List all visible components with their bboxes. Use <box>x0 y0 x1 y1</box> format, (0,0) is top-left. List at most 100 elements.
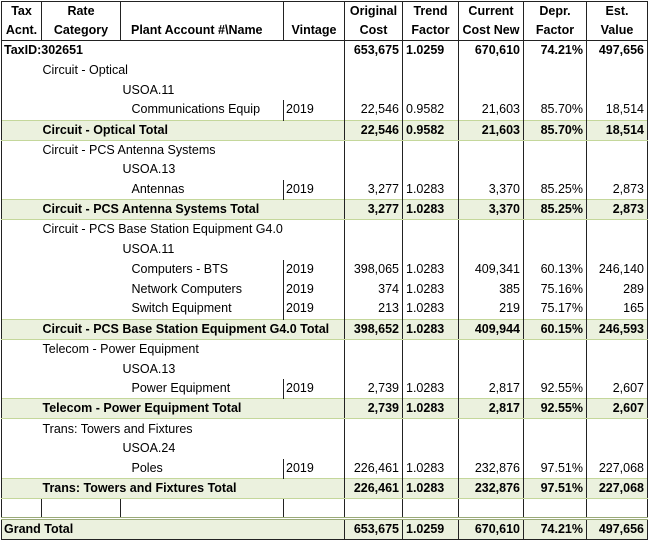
empty-cell <box>1 100 42 121</box>
vintage-value: 2019 <box>283 179 345 200</box>
cell-original-cost: 226,461 <box>344 478 403 500</box>
empty-cell <box>402 359 459 379</box>
category-row: Circuit - Optical <box>1 60 648 81</box>
empty-cell <box>1 219 42 240</box>
spacer-row <box>1 498 648 519</box>
report-sheet: Tax Acnt. Rate Category Plant Account #\Na… <box>0 0 649 540</box>
cell-est-value: 227,068 <box>586 478 648 500</box>
cell-est-value: 246,593 <box>586 318 648 340</box>
empty-cell <box>1 179 42 200</box>
header-rate-category: Rate Category <box>41 1 121 41</box>
taxid-current-cost-new: 670,610 <box>458 40 524 61</box>
cell-current-cost-new: 232,876 <box>458 478 524 500</box>
usoa-label: USOA.11 <box>41 239 345 260</box>
cell-est-value: 18,514 <box>586 100 648 121</box>
cell-original-cost: 374 <box>344 279 403 300</box>
cell-est-value: 289 <box>586 279 648 300</box>
cell-trend-factor: 0.9582 <box>402 119 459 141</box>
cell-trend-factor: 1.0259 <box>402 516 459 540</box>
empty-cell <box>523 80 587 101</box>
cell-trend-factor: 1.0283 <box>402 179 459 200</box>
cell-depr-factor: 85.25% <box>523 179 587 200</box>
empty-cell <box>344 339 403 360</box>
cell-est-value: 497,656 <box>586 516 648 540</box>
category-row: Circuit - PCS Antenna Systems <box>1 140 648 160</box>
empty-cell <box>1 478 42 500</box>
cell-trend-factor: 1.0283 <box>402 318 459 340</box>
grand-total-row: Grand Total 653,675 1.0259 670,610 74.21% 497… <box>1 516 648 540</box>
category-total-row: Circuit - PCS Antenna Systems Total 3,277… <box>1 199 648 221</box>
rate-category-label: Circuit - Optical <box>41 60 345 81</box>
usoa-row: USOA.11 <box>1 239 648 260</box>
category-total-label: Circuit - PCS Base Station Equipment G4.… <box>41 318 345 340</box>
empty-cell <box>344 438 403 459</box>
header-est-value: Est. Value <box>586 1 648 41</box>
usoa-label: USOA.13 <box>41 159 345 180</box>
empty-cell <box>586 219 648 240</box>
empty-cell <box>586 418 648 439</box>
empty-cell <box>402 339 459 360</box>
vintage-value: 2019 <box>283 279 345 300</box>
empty-cell <box>1 378 42 399</box>
cell-original-cost: 2,739 <box>344 398 403 420</box>
empty-cell <box>283 498 345 519</box>
empty-cell <box>1 259 42 280</box>
cell-est-value: 2,873 <box>586 179 648 200</box>
empty-cell <box>523 418 587 439</box>
empty-cell <box>458 418 524 439</box>
category-total-label: Circuit - Optical Total <box>41 119 345 141</box>
cell-trend-factor: 1.0283 <box>402 398 459 420</box>
empty-cell <box>402 80 459 101</box>
empty-cell <box>402 239 459 260</box>
vintage-value: 2019 <box>283 458 345 479</box>
empty-cell <box>1 279 42 300</box>
cell-depr-factor: 85.70% <box>523 100 587 121</box>
rate-category-label: Circuit - PCS Antenna Systems <box>41 140 345 160</box>
empty-cell <box>523 140 587 160</box>
empty-cell <box>458 159 524 180</box>
empty-cell <box>402 498 459 519</box>
vintage-value: 2019 <box>283 100 345 121</box>
table-row: Network Computers 2019 374 1.0283 385 75.16% 2… <box>1 279 648 300</box>
empty-cell <box>523 339 587 360</box>
empty-cell <box>402 418 459 439</box>
cell-depr-factor: 85.25% <box>523 199 587 221</box>
taxid-est-value: 497,656 <box>586 40 648 61</box>
empty-cell <box>586 60 648 81</box>
cell-est-value: 246,140 <box>586 259 648 280</box>
grand-total-label: Grand Total <box>1 516 345 540</box>
cell-depr-factor: 97.51% <box>523 478 587 500</box>
empty-cell <box>1 159 42 180</box>
cell-depr-factor: 60.13% <box>523 259 587 280</box>
cell-est-value: 18,514 <box>586 119 648 141</box>
cell-original-cost: 213 <box>344 299 403 320</box>
empty-cell <box>1 398 42 420</box>
empty-cell <box>344 80 403 101</box>
rate-category-label: Circuit - PCS Base Station Equipment G4.… <box>41 219 345 240</box>
cell-current-cost-new: 2,817 <box>458 398 524 420</box>
empty-cell <box>523 498 587 519</box>
cell-trend-factor: 1.0283 <box>402 259 459 280</box>
empty-cell <box>523 438 587 459</box>
taxid-row: TaxID:302651 653,675 1.0259 670,610 74.2… <box>1 40 648 61</box>
empty-cell <box>523 359 587 379</box>
empty-cell <box>1 359 42 379</box>
cell-est-value: 2,873 <box>586 199 648 221</box>
category-total-label: Trans: Towers and Fixtures Total <box>41 478 345 500</box>
empty-cell <box>586 359 648 379</box>
plant-account-name: Communications Equip <box>41 100 284 121</box>
plant-account-name: Power Equipment <box>41 378 284 399</box>
table-header: Tax Acnt. Rate Category Plant Account #\Na… <box>1 1 648 41</box>
cell-trend-factor: 1.0283 <box>402 478 459 500</box>
empty-cell <box>1 140 42 160</box>
empty-cell <box>344 140 403 160</box>
empty-cell <box>586 80 648 101</box>
table-row: Switch Equipment 2019 213 1.0283 219 75.17% 16… <box>1 299 648 320</box>
vintage-value: 2019 <box>283 299 345 320</box>
usoa-row: USOA.11 <box>1 80 648 101</box>
header-original-cost: Original Cost <box>344 1 403 41</box>
category-total-label: Circuit - PCS Antenna Systems Total <box>41 199 345 221</box>
empty-cell <box>586 140 648 160</box>
empty-cell <box>458 359 524 379</box>
empty-cell <box>344 498 403 519</box>
